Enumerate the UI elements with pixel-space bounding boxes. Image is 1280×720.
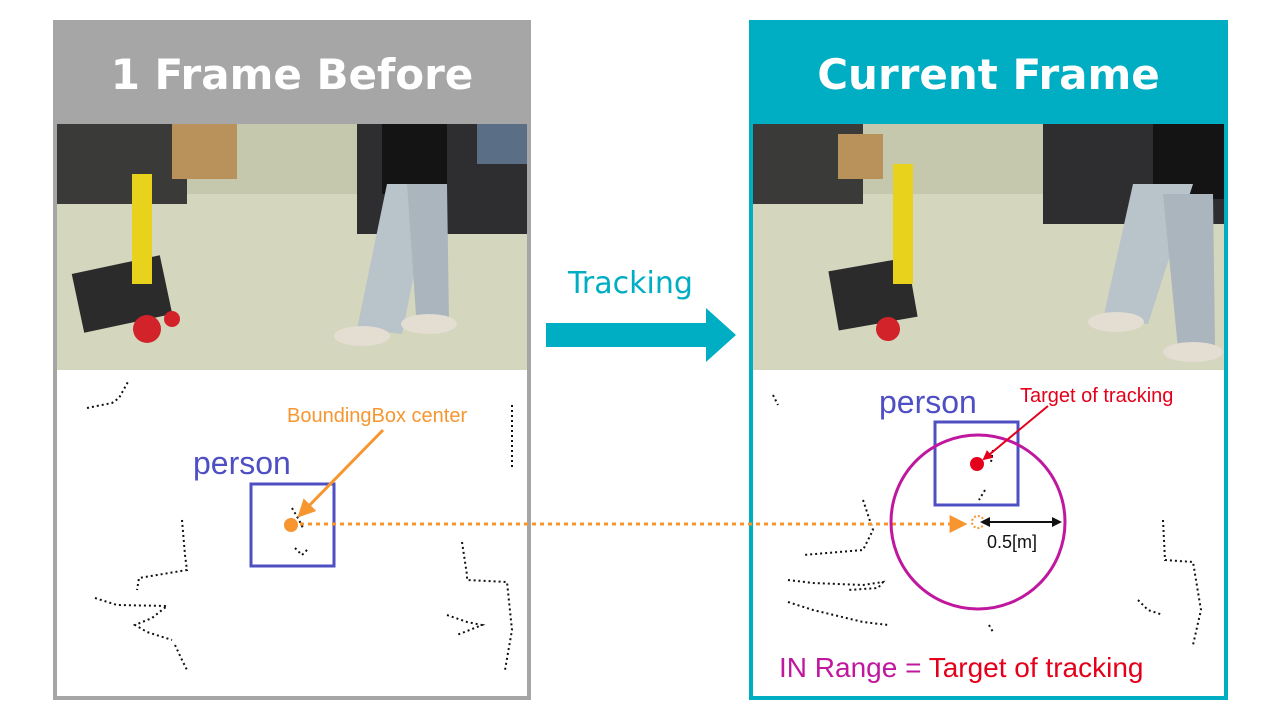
tracking-arrow-icon: [546, 308, 736, 367]
previous-frame-photo: [57, 124, 527, 370]
bounding-box-center-label: BoundingBox center: [287, 405, 468, 427]
distance-label: 0.5[m]: [987, 532, 1038, 552]
previous-frame-title: 1 Frame Before: [57, 24, 527, 124]
equals-sign: =: [897, 652, 929, 683]
target-of-tracking-label: Target of tracking: [1020, 385, 1174, 407]
current-frame-title: Current Frame: [753, 24, 1224, 124]
current-person-label: person: [879, 384, 977, 420]
previous-person-label: person: [193, 445, 291, 481]
current-frame-panel: Current Frame person Target of tracking …: [749, 20, 1228, 700]
previous-frame-panel: 1 Frame Before person BoundingBox center: [53, 20, 531, 700]
in-range-text: IN Range: [779, 652, 898, 683]
in-range-target-text: Target of tracking: [928, 652, 1144, 683]
tracking-label: Tracking: [568, 266, 693, 301]
current-frame-photo: [753, 124, 1224, 370]
in-range-equation: IN Range = Target of tracking: [779, 652, 1143, 684]
